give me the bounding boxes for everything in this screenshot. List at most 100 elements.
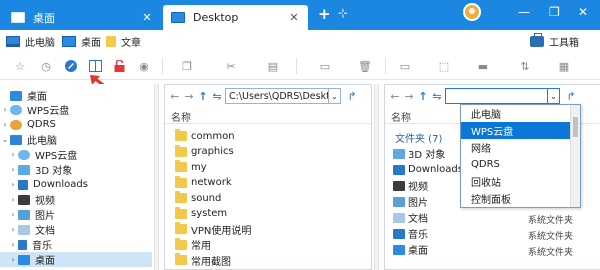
- tree-item[interactable]: › 文档: [0, 222, 152, 237]
- file-item[interactable]: 文档: [393, 210, 428, 225]
- download-icon: [393, 164, 405, 175]
- file-item[interactable]: 常用: [175, 237, 211, 253]
- window-close-icon[interactable]: ✕: [578, 5, 588, 19]
- tree-item[interactable]: › 桌面: [0, 252, 152, 267]
- new-folder-icon[interactable]: ▬: [476, 59, 490, 73]
- rocket-icon[interactable]: [64, 59, 78, 73]
- dropdown-option[interactable]: 回收站: [461, 173, 580, 190]
- column-header[interactable]: 名称: [165, 109, 371, 124]
- dropdown-option[interactable]: WPS云盘: [461, 122, 580, 139]
- video-icon: [18, 194, 30, 205]
- file-item[interactable]: network: [175, 175, 232, 191]
- avatar[interactable]: [463, 3, 481, 21]
- dropdown-option[interactable]: 此电脑: [461, 105, 580, 122]
- tree-item[interactable]: 桌面: [0, 88, 152, 103]
- tab-desktop[interactable]: Desktop ✕: [163, 5, 308, 30]
- chevron-down-icon[interactable]: ⌄: [0, 135, 10, 144]
- file-item[interactable]: sound: [175, 190, 221, 206]
- chevron-right-icon[interactable]: ›: [8, 180, 18, 189]
- forward-icon[interactable]: →: [183, 90, 195, 103]
- network-icon[interactable]: ⇋: [211, 90, 223, 103]
- move-icon[interactable]: ▭: [318, 59, 332, 73]
- forward-icon[interactable]: →: [403, 90, 415, 103]
- go-icon[interactable]: ↱: [345, 90, 359, 103]
- up-icon[interactable]: ↑: [417, 90, 429, 103]
- delete-icon[interactable]: 🗑: [358, 59, 372, 73]
- pane-splitter[interactable]: [154, 84, 159, 270]
- up-icon[interactable]: ↑: [197, 90, 209, 103]
- file-item[interactable]: my: [175, 159, 207, 175]
- file-item[interactable]: 视频: [393, 178, 428, 193]
- dropdown-option[interactable]: 网络: [461, 139, 580, 156]
- file-item[interactable]: 3D 对象: [393, 146, 445, 161]
- star-icon[interactable]: ☆: [13, 59, 27, 73]
- network-icon[interactable]: ⇋: [431, 90, 443, 103]
- chevron-right-icon[interactable]: ›: [8, 210, 18, 219]
- file-item-label: 桌面: [408, 246, 428, 257]
- sort-icon[interactable]: ⇅: [518, 59, 532, 73]
- tree-item[interactable]: › WPS云盘: [0, 102, 152, 117]
- file-item[interactable]: VPN使用说明: [175, 221, 251, 237]
- tree-item[interactable]: › 音乐: [0, 237, 152, 252]
- tab-close-icon[interactable]: ✕: [141, 11, 153, 24]
- chevron-down-icon[interactable]: ⌄: [329, 88, 341, 104]
- tree-item[interactable]: › 图片: [0, 207, 152, 222]
- pane-splitter[interactable]: [374, 84, 379, 270]
- file-item[interactable]: Downloads: [393, 162, 463, 177]
- dropdown-scrollbar[interactable]: [570, 105, 580, 207]
- desktop-icon: [393, 244, 405, 255]
- chevron-right-icon[interactable]: ›: [8, 240, 18, 249]
- dual-pane-icon[interactable]: [88, 59, 102, 73]
- quick-item-articles[interactable]: 文章: [106, 33, 141, 49]
- chevron-down-icon[interactable]: ⌄: [548, 88, 560, 104]
- file-item[interactable]: graphics: [175, 144, 234, 160]
- file-item[interactable]: 桌面: [393, 242, 428, 257]
- chevron-right-icon[interactable]: ›: [8, 165, 18, 174]
- ribbon-toolbar: ☆ ◷ ◉ ❐ ✂ ▤ ▭ 🗑 ▭ ⬚ ▬ ⇅ ▦: [0, 52, 600, 80]
- tab-close-icon[interactable]: ✕: [288, 11, 300, 24]
- back-icon[interactable]: ←: [169, 90, 181, 103]
- go-icon[interactable]: ↱: [564, 90, 578, 103]
- restore-icon[interactable]: ❐: [549, 5, 560, 19]
- tree-item[interactable]: ⌄ 此电脑: [0, 132, 152, 147]
- file-item[interactable]: 图片: [393, 194, 428, 209]
- chevron-right-icon[interactable]: ›: [0, 105, 10, 114]
- clock-icon[interactable]: ◷: [39, 59, 53, 73]
- file-item[interactable]: system: [175, 206, 227, 222]
- pin-tab-icon[interactable]: ⊹: [338, 6, 348, 20]
- tab-desktop-cn[interactable]: 桌面 ✕: [3, 5, 161, 30]
- file-item[interactable]: 音乐: [393, 226, 428, 241]
- tree-item[interactable]: › 3D 对象: [0, 162, 152, 177]
- new-tab-icon[interactable]: +: [318, 5, 331, 23]
- dropdown-option[interactable]: 控制面板: [461, 190, 580, 207]
- tree-item[interactable]: › WPS云盘: [0, 147, 152, 162]
- view-icon[interactable]: ▦: [557, 59, 571, 73]
- dropdown-option[interactable]: QDRS: [461, 156, 580, 173]
- file-item[interactable]: common: [175, 128, 235, 144]
- tree-item[interactable]: › 视频: [0, 192, 152, 207]
- quick-item-this-pc[interactable]: 此电脑: [6, 33, 55, 49]
- rename-icon[interactable]: ▭: [398, 59, 412, 73]
- chevron-right-icon[interactable]: ›: [8, 225, 18, 234]
- toolbox-button[interactable]: 工具箱: [530, 32, 579, 50]
- chevron-right-icon[interactable]: ›: [8, 255, 18, 264]
- file-item[interactable]: 常用截图: [175, 252, 231, 268]
- address-bar[interactable]: C:\Users\QDRS\Desktop: [225, 88, 329, 104]
- address-bar[interactable]: [445, 88, 548, 104]
- scrollbar-thumb[interactable]: [573, 117, 578, 137]
- chevron-right-icon[interactable]: ›: [8, 195, 18, 204]
- paste-icon[interactable]: ▤: [266, 59, 280, 73]
- chevron-right-icon[interactable]: ›: [0, 120, 10, 129]
- eye-icon[interactable]: ◉: [137, 59, 151, 73]
- pin-icon[interactable]: ⬚: [437, 59, 451, 73]
- quick-item-desktop[interactable]: 桌面: [62, 33, 101, 49]
- tree-item[interactable]: › QDRS: [0, 117, 152, 132]
- minimize-icon[interactable]: —: [518, 5, 530, 19]
- copy-icon[interactable]: ❐: [180, 59, 194, 73]
- tree-item[interactable]: › Downloads: [0, 177, 152, 192]
- file-item-label: sound: [191, 192, 222, 204]
- back-icon[interactable]: ←: [389, 90, 401, 103]
- lock-icon[interactable]: [112, 59, 126, 73]
- chevron-right-icon[interactable]: ›: [8, 150, 18, 159]
- cut-icon[interactable]: ✂: [224, 59, 238, 73]
